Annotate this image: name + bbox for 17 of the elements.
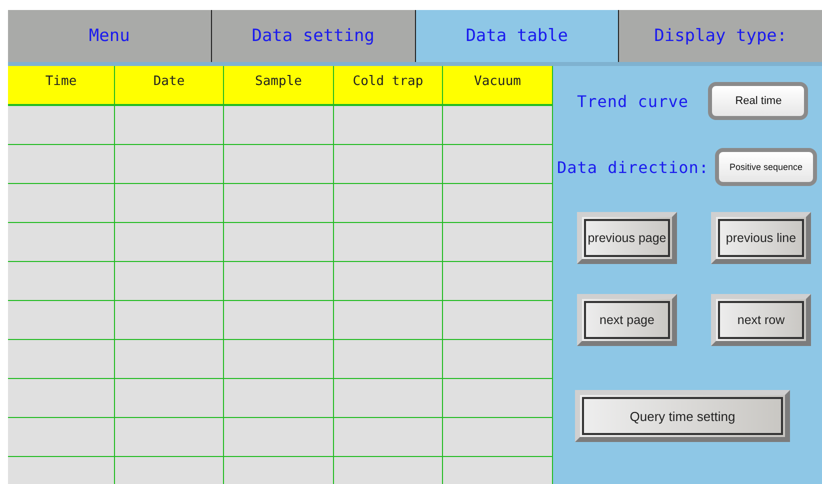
column-header: Date [115,66,224,104]
column-header: Sample [224,66,334,104]
nav-button[interactable]: previous page [577,212,677,264]
query-time-button[interactable]: Query time setting [575,390,790,442]
nav-button[interactable]: next page [577,294,677,346]
tab[interactable]: Menu [8,10,212,62]
nav-button[interactable]: next row [711,294,811,346]
column-header: Time [8,66,115,104]
direction-button[interactable]: Positive sequence [715,148,817,186]
column-header: Cold trap [334,66,443,104]
tab[interactable]: Data setting [212,10,416,62]
tab[interactable]: Data table [416,10,620,62]
data-direction-label: Data direction: [557,158,709,176]
trend-curve-label: Trend curve [577,92,688,110]
nav-button[interactable]: previous line [711,212,811,264]
real-time-button[interactable]: Real time [708,82,808,120]
tab[interactable]: Display type: [619,10,822,62]
